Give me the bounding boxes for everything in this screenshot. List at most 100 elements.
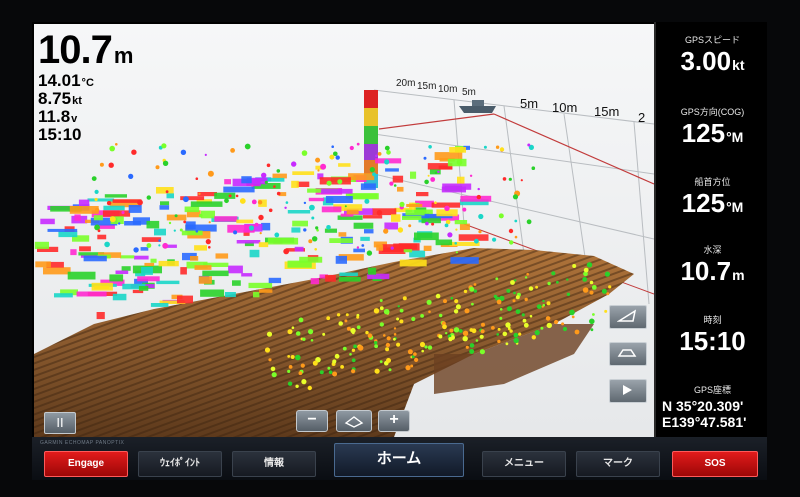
mark-button[interactable]: マーク	[576, 451, 660, 477]
sonar-return	[338, 276, 361, 282]
sonar-speck	[386, 150, 391, 155]
sonar-return	[54, 293, 73, 298]
range-front-edge: 2	[638, 110, 646, 125]
info-button[interactable]: 情報	[232, 451, 316, 477]
bottom-return	[495, 277, 499, 281]
bottom-return	[455, 304, 461, 310]
bottom-return	[393, 327, 397, 330]
sonar-speck	[408, 224, 412, 228]
sonar-speck	[104, 241, 110, 248]
bottom-return	[505, 342, 509, 346]
sonar-return	[291, 180, 299, 188]
waypoint-button[interactable]: ｳｪｲﾎﾟｲﾝﾄ	[138, 451, 222, 477]
sonar-speck	[384, 145, 390, 151]
view-side-button[interactable]	[609, 342, 647, 366]
bottom-return	[308, 329, 314, 335]
sonar-return	[150, 303, 169, 307]
sonar-speck	[174, 214, 178, 218]
bottom-return	[534, 330, 540, 336]
sonar-return	[138, 286, 149, 291]
heading-cell: 船首方位 125°M	[656, 178, 767, 218]
bottom-return	[453, 309, 459, 314]
view-forward-button[interactable]	[609, 379, 647, 403]
sonar-speck	[301, 150, 308, 156]
sonar-return	[214, 192, 236, 199]
sonar-return	[325, 274, 336, 282]
sonar-speck	[273, 185, 276, 188]
sonar-return	[47, 228, 78, 232]
sonar-speck	[384, 159, 390, 165]
bottom-return	[445, 332, 448, 335]
sonar-return	[360, 236, 370, 241]
sonar-speck	[106, 200, 112, 206]
layers-button[interactable]	[336, 410, 372, 432]
sonar-speck	[261, 172, 267, 178]
clock-value: 15:10	[679, 326, 746, 356]
pause-button[interactable]: II	[44, 412, 76, 434]
bottom-return	[469, 349, 475, 354]
sonar-speck	[303, 228, 307, 232]
voltage-readout: 11.8v	[38, 108, 77, 125]
bottom-return	[424, 345, 428, 349]
menu-button[interactable]: メニュー	[482, 451, 566, 477]
sonar-return	[384, 222, 399, 230]
bottom-return	[350, 327, 356, 334]
sonar-return	[166, 193, 174, 199]
bottom-return	[345, 313, 349, 317]
sonar-speck	[121, 210, 125, 215]
sonar-speck	[235, 194, 239, 198]
bottom-return	[326, 316, 331, 321]
bottom-return	[524, 276, 528, 279]
zoom-in-button[interactable]: +	[378, 410, 410, 432]
voltage-unit: v	[71, 113, 78, 125]
sonar-speck	[155, 165, 160, 170]
sonar-speck	[369, 167, 375, 173]
bottom-return	[405, 365, 411, 371]
bottom-return	[295, 384, 299, 388]
sonar-speck	[349, 145, 354, 151]
sonar-speck	[434, 171, 438, 174]
bottom-return	[342, 346, 347, 351]
view-perspective-button[interactable]	[609, 305, 647, 329]
sonar-speck	[329, 154, 335, 160]
engage-button[interactable]: Engage	[44, 451, 128, 477]
sonar-return	[190, 256, 199, 261]
bottom-return	[469, 343, 475, 348]
gps-cog-unit: °M	[726, 129, 744, 145]
sonar-speck	[91, 176, 97, 182]
home-button[interactable]: ホーム	[334, 443, 464, 477]
gps-cog-cell: GPS方向(COG) 125°M	[656, 108, 767, 147]
sonar-speck	[207, 170, 214, 177]
sonar-return	[291, 227, 301, 233]
bottom-return	[583, 267, 589, 273]
sonar-speck	[444, 205, 450, 211]
heading-value: 125	[681, 188, 726, 218]
bottom-return	[351, 358, 356, 363]
bottom-return	[301, 379, 307, 385]
bottom-return	[367, 333, 373, 339]
sonar-speck	[483, 145, 487, 149]
sonar-speck	[179, 228, 183, 232]
sos-button[interactable]: SOS	[672, 451, 758, 477]
bottom-return	[356, 315, 360, 319]
clock-label: 時刻	[703, 315, 722, 325]
sonar-return	[346, 209, 359, 215]
sonar-return	[299, 256, 323, 263]
gps-latitude: N 35°20.309'	[662, 398, 744, 414]
sonar-speck	[257, 200, 263, 205]
zoom-out-button[interactable]: −	[296, 410, 328, 432]
bottom-return	[522, 318, 527, 323]
sonar-3d-view[interactable]: 10.7m 14.01°C 8.75kt 11.8v 15:10 20m 15m…	[34, 24, 654, 437]
bottom-return	[604, 309, 608, 313]
sonar-return	[325, 196, 353, 203]
sonar-speck	[512, 194, 519, 200]
sonar-return	[329, 238, 353, 243]
sonar-return	[140, 247, 149, 251]
bottom-return	[336, 313, 341, 317]
sonar-return	[449, 147, 466, 153]
bottom-return	[462, 336, 468, 342]
sonar-return	[223, 186, 255, 193]
bottom-return	[374, 344, 378, 349]
sonar-speck	[526, 219, 532, 225]
bottom-return	[515, 309, 521, 314]
